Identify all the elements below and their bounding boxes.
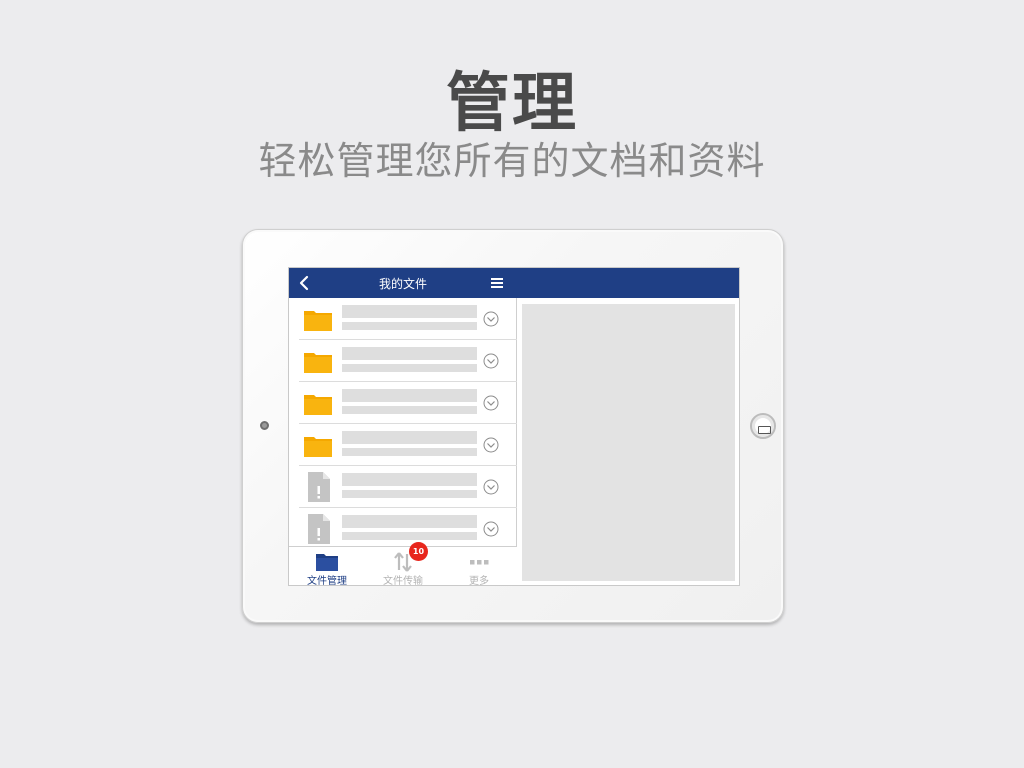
folder-icon [304,311,332,331]
tab-label: 文件传输 [383,576,423,586]
file-name-placeholder [342,305,477,318]
page-title: 我的文件 [378,277,427,291]
folder-icon [304,395,332,415]
folder-icon [304,353,332,373]
tab-label: 文件管理 [307,576,347,586]
file-meta-placeholder [342,364,477,372]
menu-icon[interactable] [490,277,504,289]
unknown-file-icon [308,472,330,502]
subheadline: 轻松管理您所有的文档和资料 [258,139,766,183]
list-item[interactable] [299,382,517,424]
file-list-pane: 我的文件 文件管理 文件传输 10 更多 [289,268,517,586]
folder-icon [304,437,332,457]
tablet-screen: 我的文件 文件管理 文件传输 10 更多 [288,267,740,586]
chevron-down-circle-icon[interactable] [483,479,499,495]
file-meta-placeholder [342,448,477,456]
folder-icon [316,554,338,571]
notification-badge: 10 [409,542,428,561]
file-meta-placeholder [342,406,477,414]
unknown-file-icon [308,514,330,544]
chevron-down-circle-icon[interactable] [483,521,499,537]
file-meta-placeholder [342,490,477,498]
chevron-down-circle-icon[interactable] [483,395,499,411]
tab-file-transfer[interactable]: 文件传输 [365,547,441,586]
detail-navigation-bar [517,268,739,298]
list-item[interactable] [299,466,517,508]
more-icon [470,560,489,565]
file-list [289,298,517,546]
list-item[interactable] [299,298,517,340]
file-name-placeholder [342,515,477,528]
list-item[interactable] [299,424,517,466]
tab-file-management[interactable]: 文件管理 [289,547,365,586]
list-item[interactable] [299,340,517,382]
navigation-bar: 我的文件 [289,268,517,298]
chevron-down-circle-icon[interactable] [483,311,499,327]
list-item[interactable] [299,508,517,546]
tab-bar: 文件管理 文件传输 10 更多 [289,542,517,586]
file-meta-placeholder [342,532,477,540]
tab-label: 更多 [469,576,489,586]
home-button[interactable] [750,413,776,439]
file-name-placeholder [342,473,477,486]
file-name-placeholder [342,389,477,402]
file-meta-placeholder [342,322,477,330]
tab-more[interactable]: 更多 [441,547,517,586]
file-name-placeholder [342,347,477,360]
camera-icon [260,421,269,430]
chevron-down-circle-icon[interactable] [483,353,499,369]
detail-preview-panel [522,304,735,581]
chevron-down-circle-icon[interactable] [483,437,499,453]
file-name-placeholder [342,431,477,444]
